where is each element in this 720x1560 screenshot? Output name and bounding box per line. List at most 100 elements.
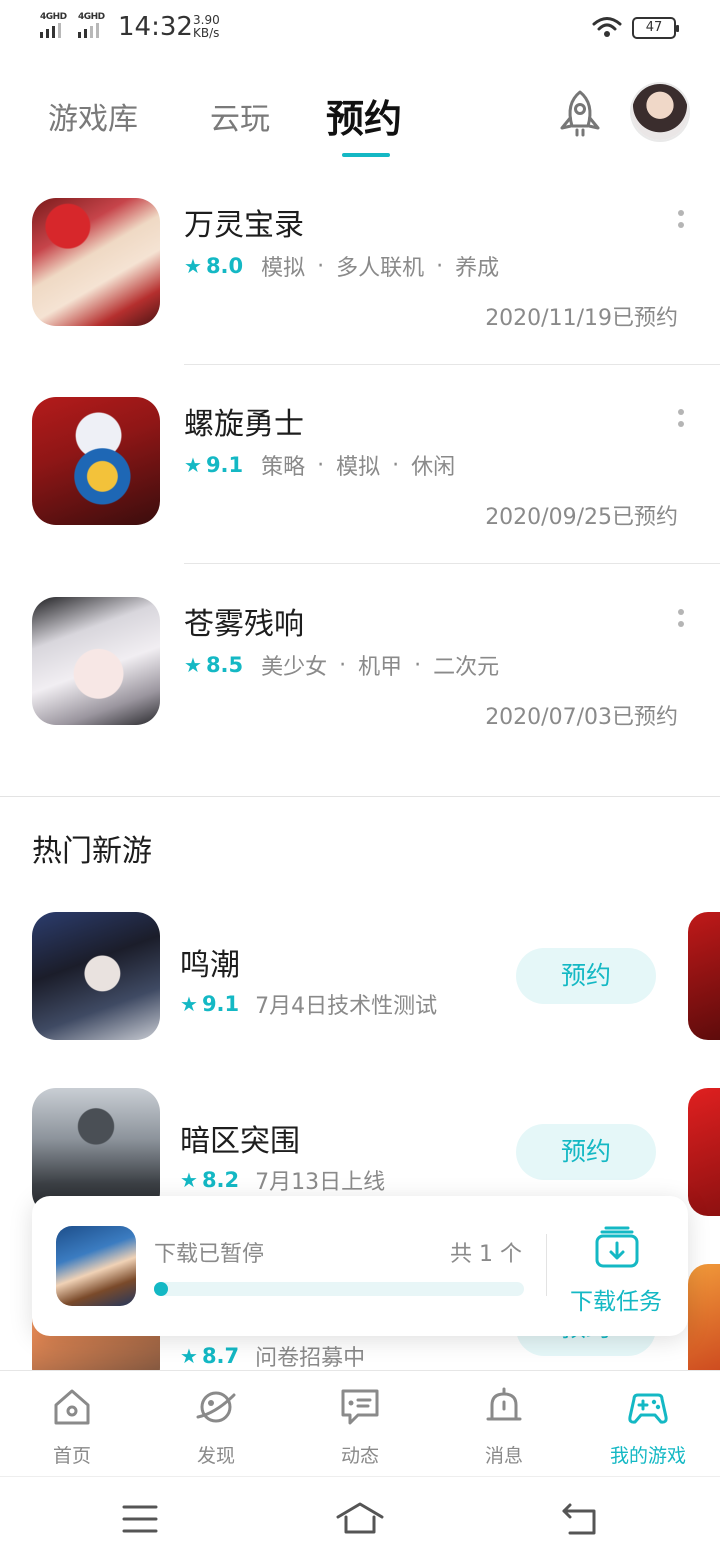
star-icon: ★ — [184, 453, 202, 477]
game-tag: 模拟 — [336, 455, 381, 480]
signal-icon-sim1: 4GHD — [40, 12, 70, 40]
sim1-network-label: 4GHD — [40, 12, 67, 22]
reservation-date: 2020/07/03已预约 — [485, 705, 678, 730]
game-meta: ★ 8.5 美少女 · 机甲 · 二次元 — [184, 649, 499, 681]
more-options-icon[interactable] — [676, 409, 686, 439]
game-score: 8.5 — [205, 653, 244, 677]
hot-game-item[interactable]: 鸣潮 ★ 9.1 7月4日技术性测试 预约 — [0, 912, 720, 1042]
game-meta: ★ 9.1 策略 · 模拟 · 休闲 — [184, 449, 455, 481]
section-divider — [0, 796, 720, 797]
clock: 14:32 — [118, 12, 193, 42]
wifi-icon — [592, 17, 622, 37]
star-icon: ★ — [184, 653, 202, 677]
home-icon — [54, 1389, 90, 1425]
game-icon-mingchao — [32, 912, 160, 1040]
reserved-game-item[interactable]: 万灵宝录 ★ 8.0 模拟 · 多人联机 · 养成 2020/11/19已预约 — [0, 198, 720, 398]
signal-icon-sim2: 4GHD — [78, 12, 108, 40]
game-score: 8.7 — [201, 1344, 240, 1368]
system-nav-bar — [0, 1476, 720, 1560]
game-info: 7月13日上线 — [255, 1170, 386, 1195]
downloading-game-icon — [56, 1226, 136, 1306]
nav-home[interactable]: 首页 — [0, 1371, 144, 1477]
game-title: 苍雾残响 — [184, 607, 304, 642]
nav-label: 首页 — [52, 1445, 91, 1467]
download-task-icon[interactable] — [594, 1224, 640, 1270]
bottom-nav: 首页 发现 动态 消息 我的游戏 — [0, 1370, 720, 1476]
top-tabs: 游戏库 云玩 预约 — [0, 76, 720, 166]
nav-my-games[interactable]: 我的游戏 — [576, 1371, 720, 1477]
nav-label: 发现 — [196, 1445, 235, 1467]
reserved-game-item[interactable]: 苍雾残响 ★ 8.5 美少女 · 机甲 · 二次元 2020/07/03已预约 — [0, 597, 720, 797]
network-speed-unit: KB/s — [193, 26, 220, 40]
more-options-icon[interactable] — [676, 609, 686, 639]
bell-icon — [486, 1387, 522, 1421]
game-tag: 休闲 — [411, 455, 456, 480]
game-tag: 策略 — [261, 455, 306, 480]
status-bar: 4GHD 4GHD 14:32 3.90 KB/s 47 — [0, 0, 720, 56]
reserved-game-item[interactable]: 螺旋勇士 ★ 9.1 策略 · 模拟 · 休闲 2020/09/25已预约 — [0, 397, 720, 597]
game-title: 螺旋勇士 — [184, 407, 304, 442]
sim2-network-label: 4GHD — [78, 12, 105, 22]
game-meta: ★ 8.2 7月13日上线 — [180, 1164, 385, 1196]
game-meta: ★ 8.7 问卷招募中 — [180, 1340, 365, 1372]
gamepad-icon — [628, 1393, 668, 1424]
planet-icon — [196, 1391, 236, 1423]
game-tag: 养成 — [455, 256, 500, 281]
game-score: 9.1 — [205, 453, 244, 477]
chat-icon — [341, 1389, 379, 1425]
divider — [184, 563, 720, 564]
next-card-thumbnail[interactable] — [688, 1088, 720, 1216]
game-icon-wanling — [32, 198, 160, 326]
download-progress-fill — [154, 1282, 168, 1296]
more-options-icon[interactable] — [676, 210, 686, 240]
star-icon: ★ — [180, 1344, 198, 1368]
tab-game-library[interactable]: 游戏库 — [48, 94, 138, 138]
download-progress-bar — [154, 1282, 524, 1296]
game-icon-luoxuan — [32, 397, 160, 525]
menu-icon[interactable] — [122, 1503, 158, 1535]
active-tab-indicator — [342, 153, 390, 157]
game-tag: 模拟 — [261, 256, 306, 281]
download-status: 下载已暂停 — [154, 1242, 265, 1267]
star-icon: ★ — [184, 254, 202, 278]
next-card-thumbnail[interactable] — [688, 912, 720, 1040]
reserve-button[interactable]: 预约 — [516, 948, 656, 1004]
download-panel[interactable]: 下载已暂停 共 1 个 下载任务 — [32, 1196, 688, 1336]
game-tag: 二次元 — [433, 655, 500, 680]
game-tag: 美少女 — [261, 655, 328, 680]
divider — [184, 364, 720, 365]
game-info: 7月4日技术性测试 — [255, 994, 438, 1019]
nav-discover[interactable]: 发现 — [144, 1371, 288, 1477]
divider — [546, 1234, 547, 1296]
nav-label: 我的游戏 — [609, 1445, 686, 1467]
network-speed: 3.90 KB/s — [193, 14, 220, 40]
reservation-date: 2020/09/25已预约 — [485, 505, 678, 530]
star-icon: ★ — [180, 992, 198, 1016]
nav-label: 消息 — [484, 1445, 523, 1467]
game-meta: ★ 8.0 模拟 · 多人联机 · 养成 — [184, 250, 499, 282]
download-task-label[interactable]: 下载任务 — [570, 1282, 662, 1316]
nav-label: 动态 — [340, 1445, 379, 1467]
nav-messages[interactable]: 消息 — [432, 1371, 576, 1477]
nav-feed[interactable]: 动态 — [288, 1371, 432, 1477]
section-title: 热门新游 — [32, 834, 152, 869]
star-icon: ★ — [180, 1168, 198, 1192]
game-tag: 多人联机 — [336, 256, 425, 281]
reserve-button[interactable]: 预约 — [516, 1124, 656, 1180]
rocket-icon[interactable] — [554, 88, 606, 140]
game-score: 8.0 — [205, 254, 244, 278]
back-icon[interactable] — [560, 1501, 600, 1537]
game-title: 鸣潮 — [180, 948, 240, 983]
game-title: 暗区突围 — [180, 1124, 300, 1159]
tab-reservations[interactable]: 预约 — [326, 88, 402, 143]
game-score: 8.2 — [201, 1168, 240, 1192]
game-meta: ★ 9.1 7月4日技术性测试 — [180, 988, 437, 1020]
game-title: 万灵宝录 — [184, 208, 304, 243]
download-count: 共 1 个 — [450, 1242, 522, 1267]
game-icon-cangwu — [32, 597, 160, 725]
user-avatar[interactable] — [632, 84, 688, 140]
tab-cloud-play[interactable]: 云玩 — [210, 94, 270, 138]
game-info: 问卷招募中 — [255, 1346, 366, 1371]
reservation-date: 2020/11/19已预约 — [485, 306, 678, 331]
system-home-icon[interactable] — [336, 1501, 384, 1535]
